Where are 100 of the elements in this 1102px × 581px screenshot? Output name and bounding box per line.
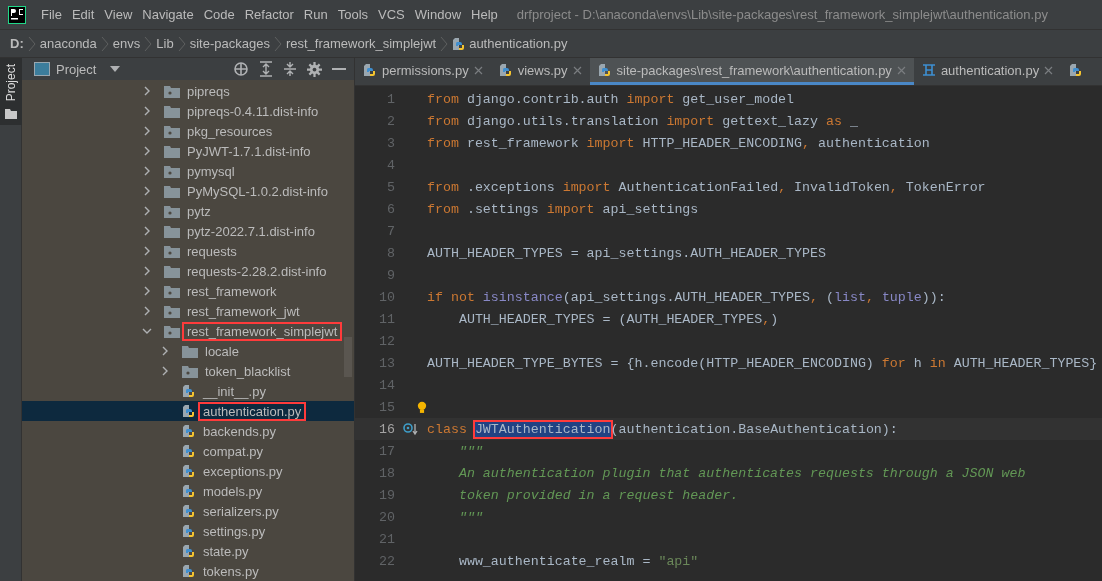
package-folder-icon: [164, 204, 180, 218]
file-name: settings.py: [202, 523, 267, 539]
tree-item[interactable]: rest_framework: [22, 281, 354, 301]
tree-item[interactable]: requests-2.28.2.dist-info: [22, 261, 354, 281]
file-name: PyMySQL-1.0.2.dist-info: [186, 183, 329, 199]
python-file-icon: [597, 63, 612, 77]
tree-item[interactable]: models.py: [22, 481, 354, 501]
tree-item[interactable]: pytz-2022.7.1.dist-info: [22, 221, 354, 241]
python-file-icon: [182, 424, 196, 438]
python-file-icon: [182, 524, 196, 538]
python-file-icon: [182, 384, 196, 398]
menu-item[interactable]: File: [36, 7, 67, 22]
line-number: 2: [386, 113, 395, 129]
minimize-icon[interactable]: [332, 67, 346, 71]
file-name: pymysql: [186, 163, 236, 179]
project-tool-tab[interactable]: Project: [0, 58, 22, 126]
tree-item[interactable]: pymysql: [22, 161, 354, 181]
tree-item[interactable]: authentication.py: [22, 401, 354, 421]
tree-item[interactable]: __init__.py: [22, 381, 354, 401]
code-line: AUTH_HEADER_TYPE_BYTES = {h.encode(HTTP_HEADER_ENCODING) for h in AUTH_HEADER_TYPES}: [427, 355, 1098, 371]
folder-icon: [4, 109, 17, 120]
menu-item[interactable]: VCS: [373, 7, 410, 22]
tree-item[interactable]: backends.py: [22, 421, 354, 441]
editor-tab[interactable]: views.py: [490, 58, 590, 85]
breadcrumb-item[interactable]: D:: [10, 36, 24, 51]
folder-icon: [164, 144, 180, 158]
menu-item[interactable]: Code: [198, 7, 240, 22]
close-icon[interactable]: [473, 65, 483, 75]
line-number: 17: [378, 443, 395, 459]
package-folder-icon: [164, 244, 180, 258]
tree-item[interactable]: serializers.py: [22, 501, 354, 521]
file-name: models.py: [202, 483, 264, 499]
code-line: """: [457, 443, 483, 459]
tree-item[interactable]: compat.py: [22, 441, 354, 461]
editor-tab[interactable]: authentication.py: [913, 58, 1062, 85]
menu-item[interactable]: Window: [409, 7, 467, 22]
close-icon[interactable]: [572, 65, 582, 75]
tree-item[interactable]: rest_framework_jwt: [22, 301, 354, 321]
menu-item[interactable]: Help: [466, 7, 503, 22]
python-file-icon: [452, 36, 467, 51]
breadcrumb-item[interactable]: envs: [112, 36, 141, 51]
python-file-icon: [182, 504, 196, 518]
implements-icon[interactable]: [403, 422, 419, 436]
menu-item[interactable]: View: [99, 7, 138, 22]
code-line: www_authenticate_realm = "api": [457, 553, 699, 569]
code-line: An authentication plugin that authenticates requests through a JSON web: [457, 465, 1026, 481]
folder-icon: [164, 184, 180, 198]
close-icon[interactable]: [1044, 65, 1054, 75]
tree-item[interactable]: PyJWT-1.7.1.dist-info: [22, 141, 354, 161]
breadcrumb-item[interactable]: Lib: [156, 36, 174, 51]
code-line: if not isinstance(api_settings.AUTH_HEADER_TYPES, (list, tuple)):: [427, 289, 946, 305]
menu-item[interactable]: Tools: [332, 7, 374, 22]
breadcrumb-item[interactable]: site-packages: [189, 36, 270, 51]
tree-item[interactable]: rest_framework_simplejwt: [22, 321, 354, 341]
file-name: __init__.py: [201, 383, 267, 399]
file-name: locale: [204, 343, 240, 359]
tree-item[interactable]: pkg_resources: [22, 121, 354, 141]
breadcrumb-item[interactable]: anaconda: [39, 36, 97, 51]
tree-item[interactable]: tokens.py: [22, 561, 354, 581]
locate-icon[interactable]: [233, 61, 249, 77]
editor-tab[interactable]: site-packages\rest_framework\authentication.py: [589, 58, 914, 85]
editor-tab[interactable]: permissions.py: [355, 58, 491, 85]
python-file-icon: [498, 63, 513, 77]
lightbulb-icon[interactable]: [417, 399, 427, 415]
code-line: """: [457, 509, 483, 525]
menu-item[interactable]: Edit: [66, 7, 100, 22]
tree-item[interactable]: token_blacklist: [22, 361, 354, 381]
panel-title[interactable]: Project: [56, 61, 97, 77]
tree-item[interactable]: settings.py: [22, 521, 354, 541]
python-file-icon: [182, 564, 196, 578]
tree-item[interactable]: state.py: [22, 541, 354, 561]
collapse-all-icon[interactable]: [283, 61, 297, 77]
tree-item[interactable]: pipreqs-0.4.11.dist-info: [22, 101, 354, 121]
file-name: requests: [186, 243, 238, 259]
file-name: rest_framework: [186, 283, 278, 299]
menu-item[interactable]: Navigate: [137, 7, 199, 22]
caret-icon[interactable]: [110, 66, 121, 72]
python-file-icon: [182, 464, 196, 478]
package-folder-icon: [164, 84, 180, 98]
menu-item[interactable]: Refactor: [239, 7, 299, 22]
breadcrumb-item[interactable]: rest_framework_simplejwt: [285, 36, 437, 51]
line-number: 10: [378, 289, 395, 305]
chevron-down-icon[interactable]: [142, 326, 152, 336]
tree-item[interactable]: PyMySQL-1.0.2.dist-info: [22, 181, 354, 201]
expand-all-icon[interactable]: [259, 61, 273, 77]
menu-item[interactable]: Run: [298, 7, 333, 22]
code-line: AUTH_HEADER_TYPES = api_settings.AUTH_HEADER_TYPES: [427, 245, 826, 261]
code-line: from rest_framework import HTTP_HEADER_ENCODING, authentication: [427, 135, 930, 151]
tree-item[interactable]: pytz: [22, 201, 354, 221]
tree-item[interactable]: locale: [22, 341, 354, 361]
tree-item[interactable]: requests: [22, 241, 354, 261]
settings-icon[interactable]: [307, 61, 322, 77]
line-number: 3: [386, 135, 395, 151]
line-number: 18: [378, 465, 395, 481]
tree-item[interactable]: pipreqs: [22, 81, 354, 101]
line-number: 21: [378, 531, 395, 547]
file-name: rest_framework_simplejwt: [184, 323, 341, 339]
line-number: 9: [386, 267, 395, 283]
breadcrumb-item[interactable]: authentication.py: [452, 36, 568, 51]
tree-item[interactable]: exceptions.py: [22, 461, 354, 481]
